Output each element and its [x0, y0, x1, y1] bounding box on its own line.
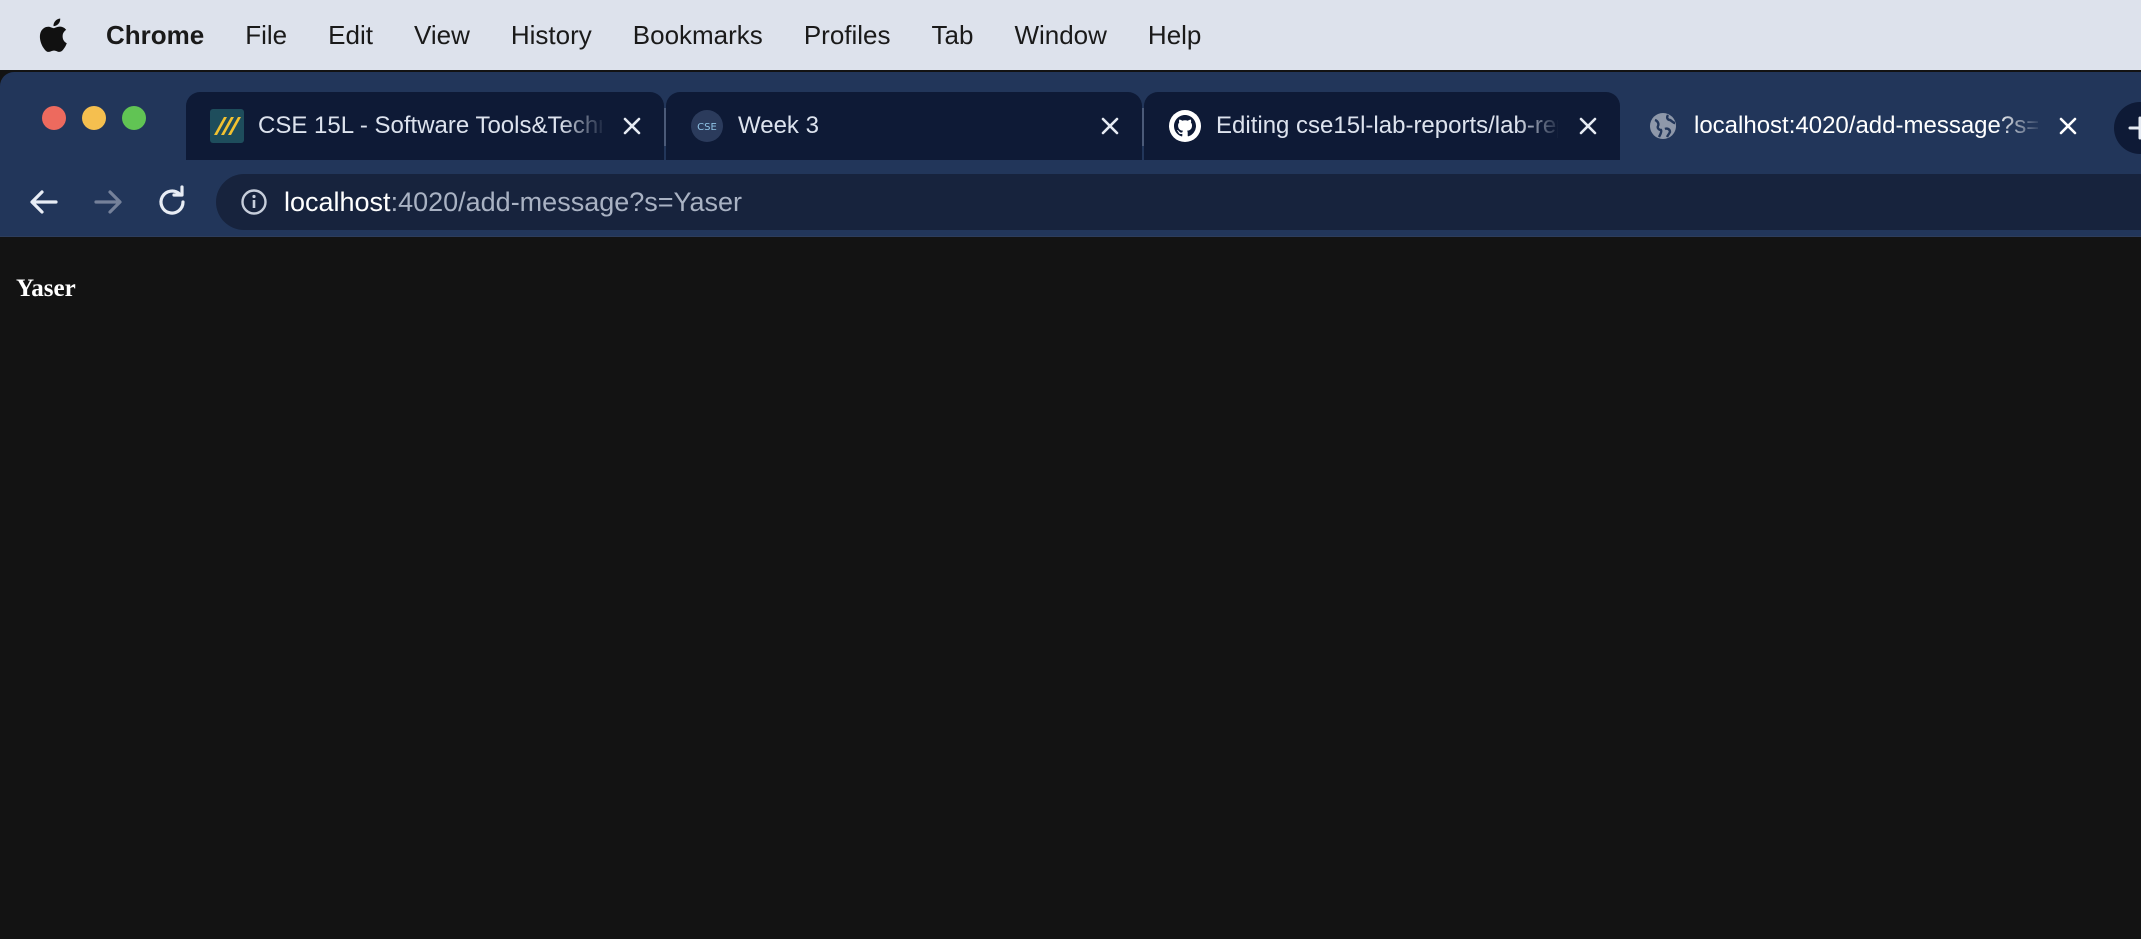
plus-icon	[2128, 116, 2141, 140]
reload-icon[interactable]	[152, 182, 192, 222]
tab-title: Week 3	[738, 112, 819, 139]
close-icon[interactable]	[1096, 112, 1124, 140]
tab-strip: CSE 15L - Software Tools&Techniques CSE …	[0, 72, 2141, 168]
menu-help[interactable]: Help	[1148, 0, 1201, 70]
tab-title: Editing cse15l-lab-reports/lab-report-2	[1216, 112, 1558, 139]
tab-week-3[interactable]: CSE Week 3	[666, 92, 1142, 160]
globe-icon	[1650, 113, 1676, 139]
tab-localhost-active[interactable]: localhost:4020/add-message?s=Yaser	[1622, 92, 2098, 160]
tab-title-fade	[1996, 92, 2042, 160]
menu-items: Chrome File Edit View History Bookmarks …	[106, 0, 1242, 70]
arrow-left-icon[interactable]	[24, 182, 64, 222]
tab-cse15l[interactable]: CSE 15L - Software Tools&Techniques	[186, 92, 664, 160]
menu-window[interactable]: Window	[1014, 0, 1106, 70]
url-host: localhost	[284, 187, 391, 217]
browser-window: CSE 15L - Software Tools&Techniques CSE …	[0, 72, 2141, 939]
menu-history[interactable]: History	[511, 0, 592, 70]
zoom-window-button[interactable]	[122, 106, 146, 130]
close-icon[interactable]	[618, 112, 646, 140]
close-window-button[interactable]	[42, 106, 66, 130]
menu-chrome[interactable]: Chrome	[106, 0, 204, 70]
menu-tab[interactable]: Tab	[932, 0, 974, 70]
macos-menu-bar: Chrome File Edit View History Bookmarks …	[0, 0, 2141, 70]
page-message: Yaser	[16, 275, 76, 302]
minimize-window-button[interactable]	[82, 106, 106, 130]
apple-logo-icon[interactable]	[38, 17, 68, 53]
github-icon	[1169, 110, 1201, 142]
address-bar[interactable]: localhost:4020/add-message?s=Yaser	[216, 174, 2141, 230]
arrow-right-icon[interactable]	[88, 182, 128, 222]
edstem-stripes-icon	[210, 109, 244, 143]
tab-title-fade	[1516, 92, 1562, 160]
close-icon[interactable]	[1574, 112, 1602, 140]
url-path: :4020/add-message?s=Yaser	[390, 187, 743, 217]
menu-view[interactable]: View	[414, 0, 470, 70]
url-text[interactable]: localhost:4020/add-message?s=Yaser	[284, 174, 742, 230]
svg-text:CSE: CSE	[697, 122, 717, 133]
new-tab-button[interactable]	[2114, 102, 2141, 154]
menu-bookmarks[interactable]: Bookmarks	[633, 0, 763, 70]
browser-toolbar: localhost:4020/add-message?s=Yaser	[0, 168, 2141, 236]
info-icon[interactable]	[240, 188, 268, 216]
tab-title: CSE 15L - Software Tools&Techniques	[258, 112, 602, 139]
close-icon[interactable]	[2054, 112, 2082, 140]
menu-file[interactable]: File	[245, 0, 287, 70]
tab-title-fade	[560, 92, 606, 160]
tab-github-editing[interactable]: Editing cse15l-lab-reports/lab-report-2	[1144, 92, 1620, 160]
tab-title: localhost:4020/add-message?s=Yaser	[1694, 112, 2038, 139]
menu-edit[interactable]: Edit	[328, 0, 373, 70]
cse-circle-icon: CSE	[691, 110, 723, 142]
page-content: Yaser	[0, 237, 2141, 939]
menu-profiles[interactable]: Profiles	[804, 0, 891, 70]
